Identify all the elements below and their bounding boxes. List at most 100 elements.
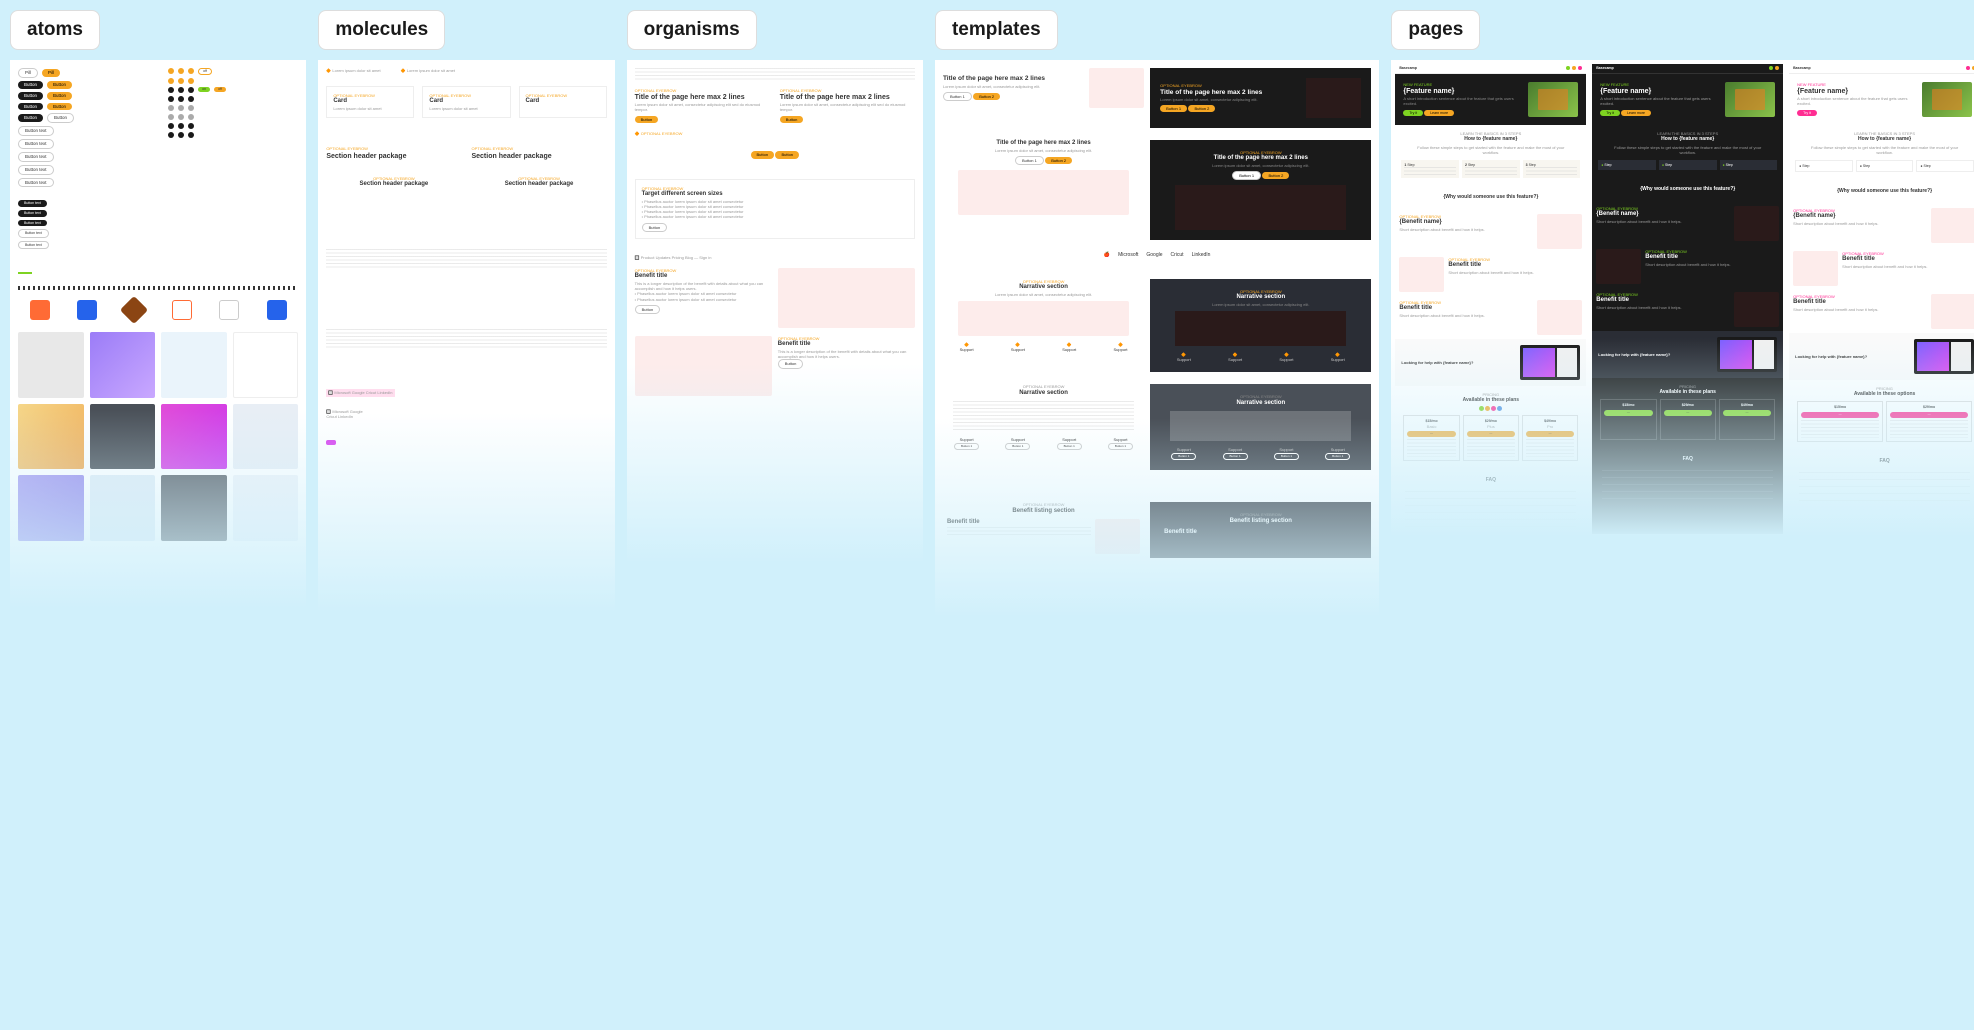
hero-image [1528,82,1578,117]
card: OPTIONAL EYEBROW Card Lorem ipsum dolor … [422,86,510,118]
tiny-btn: Button text [18,200,47,207]
dot-icon-orange [168,68,174,74]
column-tag-molecules: molecules [318,10,445,50]
card-title: Card [333,98,407,106]
organisms-canvas: OPTIONAL EYEBROW Title of the page here … [627,60,923,564]
narrative-light: OPTIONAL EYEBROW Narrative section Lorem… [943,279,1144,373]
swatch [161,475,227,541]
hero-placeholder-dark [1306,78,1361,118]
swatch [233,475,299,541]
faq-section: FAQ [1395,471,1586,535]
pill-orange-2: Button [47,81,72,89]
badge-gdpr [219,300,239,320]
molecules-canvas: 🔶 Lorem ipsum dolor sit amet🔶 Lorem ipsu… [318,60,614,613]
tiny-btn-4: Button text [18,229,49,238]
pill-orange-4: Button [47,103,72,111]
pill-outline-3: Button text [18,152,54,162]
pill-dark-3: Button [18,103,43,111]
column-tag-atoms: atoms [10,10,100,50]
design-system-board: atoms Pill Pill Button Button Button Button… [10,10,1974,618]
dot-icon-dark [168,87,174,93]
hero-template-light: Title of the page here max 2 lines Lorem… [943,68,1144,128]
narrative-dark: OPTIONAL EYEBROW Narrative section Lorem… [1150,279,1371,373]
benefit-listing-heading: Benefit listing section [943,508,1144,516]
hero-btn: Button 1 [943,92,972,101]
pages-canvas: Basecamp NEW FEATURE {Feature name} A sh… [1391,60,1974,538]
cta-primary[interactable]: Try it [1403,110,1423,117]
atoms-canvas: Pill Pill Button Button Button Button Butto… [10,60,306,609]
faq-item[interactable] [1405,486,1576,492]
narrative-light-2: OPTIONAL EYEBROW Narrative section Suppo… [943,384,1144,470]
swatch [161,332,227,398]
step-cards: 1 Step 2 Step 3 Step [1401,160,1580,179]
page-nav: Basecamp [1395,64,1586,74]
pill-outline-5: Button text [18,178,54,188]
page-pink-accent: Basecamp NEW FEATURE {Feature name} A sh… [1789,64,1974,534]
column-molecules: molecules 🔶 Lorem ipsum dolor sit amet🔶 … [318,10,614,618]
column-templates: templates Title of the page here max 2 l… [935,10,1379,618]
pill-dark: Button [18,81,43,89]
target-screens-card: OPTIONAL EYEBROW Target different screen… [635,179,915,239]
pill-orange: Pill [42,69,60,77]
dot-icon-grey [168,105,174,111]
pill-white-2: Button [47,113,74,123]
hero-title: Title of the page here max 2 lines [943,75,1083,83]
swatch [90,332,156,398]
hero-centered-light: Title of the page here max 2 lines Lorem… [943,140,1144,240]
hero-section: NEW FEATURE {Feature name} A short intro… [1395,74,1586,125]
column-atoms: atoms Pill Pill Button Button Button Button… [10,10,306,618]
swatch [90,475,156,541]
color-swatches [18,332,298,541]
card: OPTIONAL EYEBROW Card [519,86,607,118]
trust-badges-row [18,300,298,320]
pill-outline-2: Button text [18,139,54,149]
toggle-alt: off [214,87,226,92]
dotted-divider [18,286,298,290]
templates-canvas: Title of the page here max 2 lines Lorem… [935,60,1379,618]
howto-section: LEARN THE BASICS IN 3 STEPS How to {feat… [1395,125,1586,189]
logo-strip-highlighted: 🔲 Microsoft Google Cricut LinkedIn [326,389,394,398]
tiny-btn-3: Button text [18,220,47,227]
pill-orange-3: Button [47,92,72,100]
pill-white: Pill [18,68,38,78]
pill-dark-4: Button [18,114,43,122]
benefit-listing-light: OPTIONAL EYEBROW Benefit listing section… [943,502,1144,558]
column-tag-organisms: organisms [627,10,757,50]
hero-centered-dark: OPTIONAL EYEBROW Title of the page here … [1150,140,1371,240]
logo-row: 🍎MicrosoftGoogleCricutLinkedIn [943,252,1371,259]
help-section: Looking for help with {feature name}? [1395,339,1586,386]
column-tag-pages: pages [1391,10,1480,50]
hero-template-dark: OPTIONAL EYEBROW Title of the page here … [1150,68,1371,128]
toggle-on: on [198,87,210,92]
placeholder-image [778,268,915,328]
swatch [233,332,299,398]
pill-dark-2: Button [18,92,43,100]
column-pages: pages Basecamp NEW FEATURE {Feature name… [1391,10,1974,618]
benefit-row: OPTIONAL EYEBROW {Benefit name} Short de… [1395,210,1586,253]
hero-heading: {Feature name} [1403,87,1522,96]
page-title: Title of the page here max 2 lines [635,93,770,102]
benefit-title: Benefit title [635,273,772,281]
pill-outline-4: Button text [18,165,54,175]
product-screenshot [1520,345,1580,380]
swatch [18,404,84,470]
text-block [326,249,606,269]
badge-g2 [30,300,50,320]
hero-placeholder [1089,68,1144,108]
toggle: off [198,68,212,75]
plans-section: PRICING Available in these plans $15/moB… [1395,386,1586,471]
swatch [18,475,84,541]
page-light: Basecamp NEW FEATURE {Feature name} A sh… [1395,64,1586,534]
swatch [161,404,227,470]
placeholder-image [635,336,772,396]
benefit-listing-dark: OPTIONAL EYEBROW Benefit listing section… [1150,502,1371,558]
badge-iso [267,300,287,320]
page-dark: Basecamp NEW FEATURE {Feature name} A sh… [1592,64,1783,534]
badge-capterra [77,300,97,320]
plan-card: $15/moBasic— [1403,415,1459,461]
brand-logo: Basecamp [1399,66,1417,71]
cta-button: Button [635,116,659,123]
support-col: 🔶Support [943,342,990,352]
cta-secondary[interactable]: Learn more [1424,110,1454,117]
badge-aws [120,296,148,324]
